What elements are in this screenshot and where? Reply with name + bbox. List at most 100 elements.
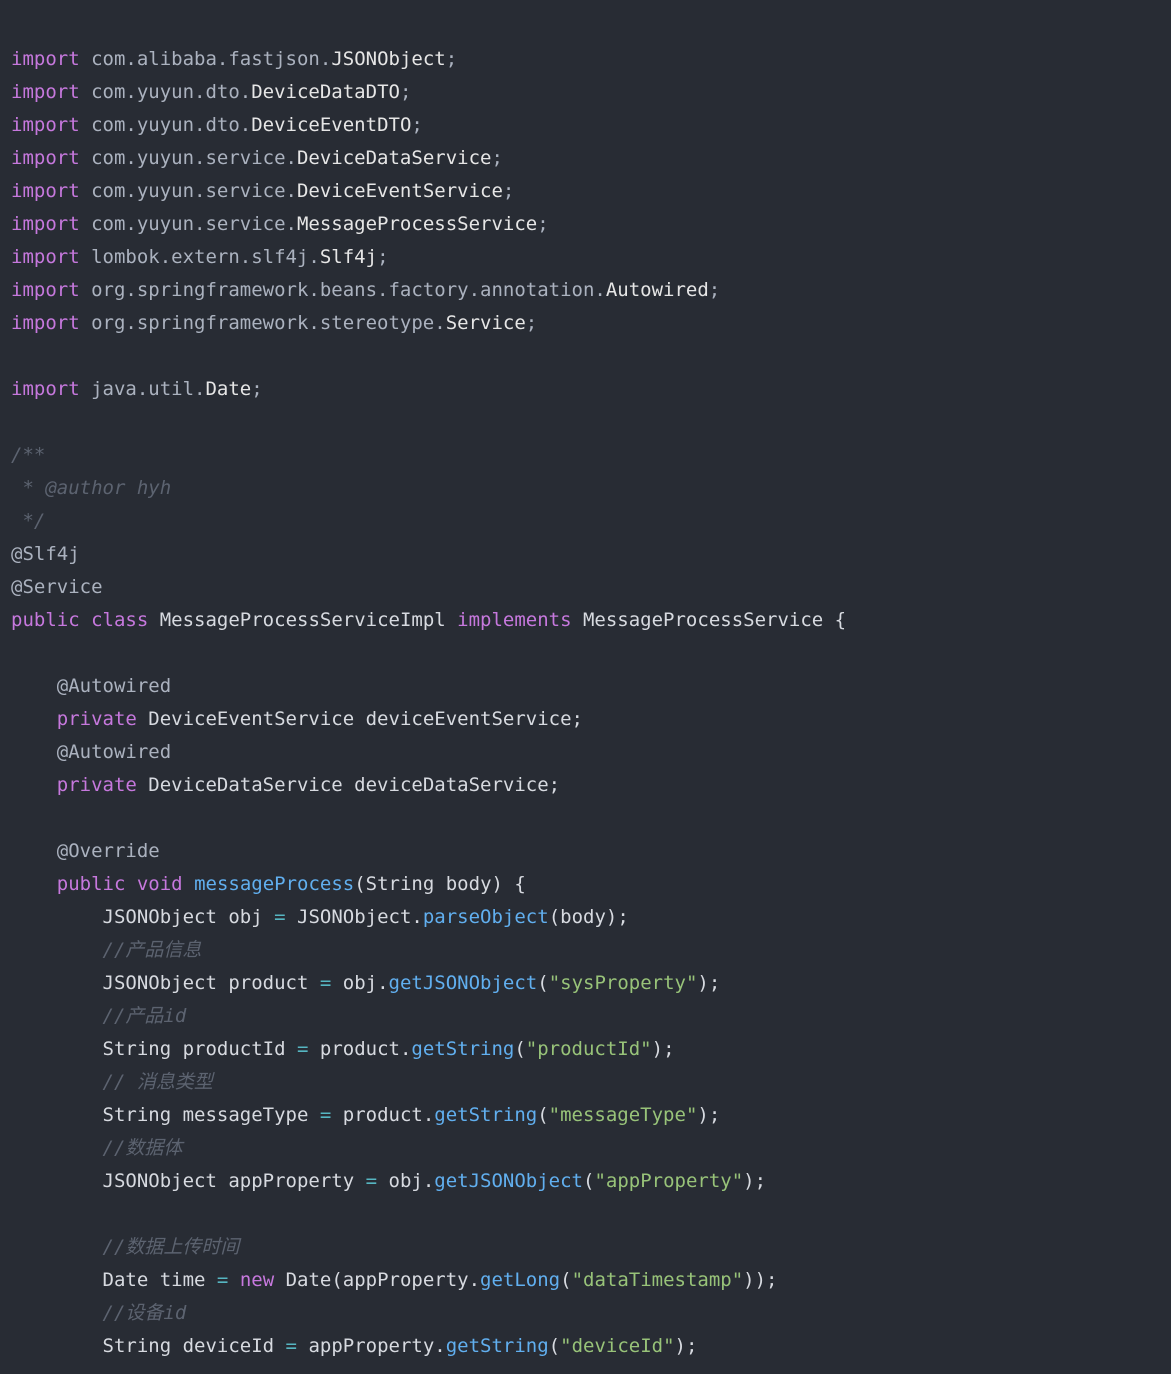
code-token: String deviceId <box>11 1335 286 1357</box>
code-line: @Service <box>0 571 103 604</box>
code-token: */ <box>11 510 46 532</box>
code-line: import com.alibaba.fastjson.JSONObject; <box>0 43 457 76</box>
code-token: org.springframework.beans.factory.annota… <box>79 279 606 301</box>
code-line: //设备id <box>0 1297 187 1330</box>
code-line: * @author hyh <box>0 472 171 505</box>
code-token: String productId <box>11 1038 297 1060</box>
code-line: private DeviceEventService deviceEventSe… <box>0 703 583 736</box>
code-line: @Autowired <box>0 736 171 769</box>
code-token: ); <box>743 1170 767 1192</box>
code-line: JSONObject obj = JSONObject.parseObject(… <box>0 901 629 934</box>
code-token: messageProcess <box>194 873 355 895</box>
code-line: @Autowired <box>0 670 171 703</box>
code-token: Date <box>205 378 252 400</box>
code-token: import <box>11 312 80 334</box>
code-token: = <box>319 1104 332 1126</box>
code-line: import com.yuyun.service.DeviceDataServi… <box>0 142 503 175</box>
code-line: import org.springframework.beans.factory… <box>0 274 720 307</box>
code-token: DeviceDataService <box>296 147 492 169</box>
code-token: JSONObject product <box>11 972 320 994</box>
code-line: private DeviceDataService deviceDataServ… <box>0 769 560 802</box>
code-token: ; <box>502 180 515 202</box>
code-token: ; <box>708 279 721 301</box>
code-token: DeviceEventService deviceEventService; <box>136 708 583 730</box>
code-token: "productId" <box>525 1038 652 1060</box>
code-token: getString <box>445 1335 549 1357</box>
code-token: MessageProcessService { <box>571 609 847 631</box>
code-token: product. <box>331 1104 435 1126</box>
code-token: (String body) { <box>354 873 526 895</box>
code-token: ; <box>251 378 263 400</box>
code-token: Service <box>445 312 526 334</box>
code-token: /** <box>11 444 46 466</box>
code-editor[interactable]: import com.alibaba.fastjson.JSONObject; i… <box>0 0 1171 1374</box>
code-token: private <box>56 708 137 730</box>
code-token: import <box>11 279 80 301</box>
code-token: )); <box>743 1269 778 1291</box>
code-token: lombok.extern.slf4j. <box>79 246 320 268</box>
code-line: import lombok.extern.slf4j.Slf4j; <box>0 241 389 274</box>
code-token: getString <box>411 1038 515 1060</box>
code-token: @Service <box>11 576 103 598</box>
code-token: "sysProperty" <box>548 972 698 994</box>
code-token: MessageProcessService <box>296 213 538 235</box>
code-token: com.alibaba.fastjson. <box>79 48 332 70</box>
code-token: (body); <box>548 906 629 928</box>
code-token: com.yuyun.service. <box>79 213 297 235</box>
code-token: @Autowired <box>11 675 172 697</box>
code-token: ( <box>560 1269 572 1291</box>
code-line: @Slf4j <box>0 538 80 571</box>
code-token: java.util. <box>79 378 206 400</box>
code-token: appProperty. <box>297 1335 446 1357</box>
code-line: import com.yuyun.service.MessageProcessS… <box>0 208 549 241</box>
code-token: "dataTimestamp" <box>571 1269 744 1291</box>
code-token: //设备id <box>11 1302 187 1324</box>
code-token: ( <box>514 1038 526 1060</box>
code-line: //数据体 <box>0 1132 183 1165</box>
code-line: String messageType = product.getString("… <box>0 1099 721 1132</box>
code-line: //产品信息 <box>0 934 202 967</box>
code-token: org.springframework.stereotype. <box>79 312 446 334</box>
code-line: import com.yuyun.dto.DeviceDataDTO; <box>0 76 411 109</box>
code-token: ( <box>582 1170 595 1192</box>
code-token: = <box>274 906 286 928</box>
code-line: // 消息类型 <box>0 1066 213 1099</box>
code-line: JSONObject product = obj.getJSONObject("… <box>0 967 721 1000</box>
code-token: ; <box>399 81 412 103</box>
code-token: "deviceId" <box>560 1335 675 1357</box>
code-line: Date time = new Date(appProperty.getLong… <box>0 1264 778 1297</box>
code-token: @Override <box>11 840 160 862</box>
code-line: String deviceId = appProperty.getString(… <box>0 1330 698 1363</box>
code-line: /** <box>0 439 45 472</box>
code-token: com.yuyun.dto. <box>79 114 252 136</box>
code-token: ( <box>548 1335 561 1357</box>
code-line: import com.yuyun.service.DeviceEventServ… <box>0 175 514 208</box>
code-line: String productId = product.getString("pr… <box>0 1033 675 1066</box>
code-token: ; <box>491 147 503 169</box>
code-token: ; <box>445 48 458 70</box>
code-token: ); <box>651 1038 675 1060</box>
code-line: import org.springframework.stereotype.Se… <box>0 307 537 340</box>
code-token: public <box>56 873 126 895</box>
code-token: new <box>239 1269 275 1291</box>
code-token: void <box>136 873 183 895</box>
code-token: product. <box>308 1038 412 1060</box>
code-token: ; <box>525 312 538 334</box>
code-token: ( <box>537 972 549 994</box>
code-line: //数据上传时间 <box>0 1231 240 1264</box>
code-token: import <box>11 378 80 400</box>
code-token: // 消息类型 <box>11 1071 213 1093</box>
code-token: com.yuyun.service. <box>79 147 297 169</box>
code-token: private <box>56 774 137 796</box>
code-token: //产品信息 <box>11 939 202 961</box>
code-token: @Autowired <box>11 741 172 763</box>
code-token: JSONObject <box>331 48 446 70</box>
code-token: = <box>296 1038 309 1060</box>
